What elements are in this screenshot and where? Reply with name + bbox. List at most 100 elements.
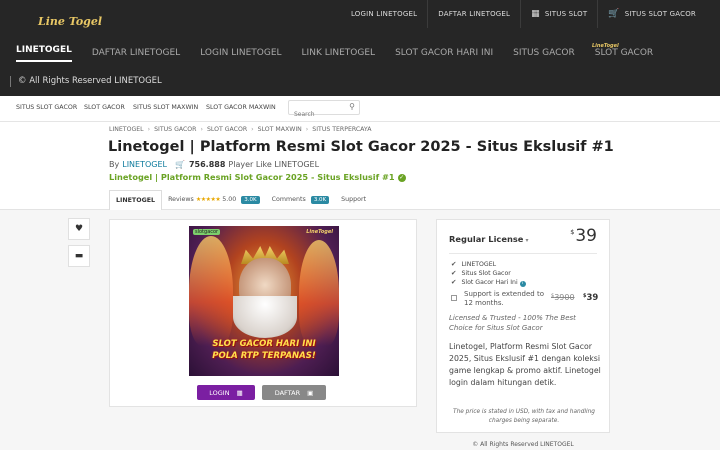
site-logo[interactable]: Line Togel <box>38 9 102 33</box>
new-price-value: 39 <box>586 293 599 303</box>
promo-line-1: SLOT GACOR HARI INI <box>212 339 316 349</box>
comments-count-badge: 3.0K <box>310 196 330 204</box>
login-button[interactable]: LOGIN ▦ <box>197 385 255 400</box>
license-feature: ✔ LINETOGEL <box>451 260 496 268</box>
chevron-right-icon: › <box>251 126 254 133</box>
search-box: ⚲ <box>288 100 360 121</box>
breadcrumb-item[interactable]: SLOT GACOR <box>207 126 247 133</box>
license-select[interactable]: Regular License ▾ <box>449 234 528 244</box>
nav-item-linetogel[interactable]: LINETOGEL <box>6 45 82 62</box>
tab-reviews[interactable]: Reviews ★★★★★ 5.00 3.0K <box>162 190 266 210</box>
top-link-situs-slot[interactable]: ▦ SITUS SLOT <box>520 0 597 28</box>
verified-check-icon: ✓ <box>397 173 406 182</box>
search-icon[interactable]: ⚲ <box>349 102 355 111</box>
grid-icon: ▦ <box>531 9 540 19</box>
tab-support[interactable]: Support <box>335 190 372 210</box>
top-link-situs-slot-label: SITUS SLOT <box>544 10 588 18</box>
daftar-button-label: DAFTAR <box>274 388 301 397</box>
old-price-value: 3900 <box>554 293 575 302</box>
preview-mini-logo-2: LineTogel <box>306 229 333 235</box>
image-icon: ▣ <box>307 388 314 397</box>
top-link-daftar-label: DAFTAR LINETOGEL <box>438 10 511 18</box>
licensed-note: Licensed & Trusted - 100% The Best Choic… <box>449 314 576 332</box>
product-header: LINETOGEL › SITUS GACOR › SLOT GACOR › SLOT… <box>0 122 720 210</box>
daftar-button[interactable]: DAFTAR ▣ <box>262 385 326 400</box>
subnav-item-slot-gacor[interactable]: SLOT GACOR <box>84 96 125 120</box>
byline: By LINETOGEL 🛒 756.888 Player Like LINET… <box>109 160 319 169</box>
divider <box>449 253 597 254</box>
character-beard <box>233 296 297 338</box>
tab-reviews-label: Reviews <box>168 196 194 203</box>
footer-copyright: © All Rights Reserved LINETOGEL <box>472 441 574 448</box>
breadcrumb-item[interactable]: LINETOGEL <box>109 126 144 133</box>
cart-icon: 🛒 <box>174 160 185 169</box>
cart-icon: 🛒 <box>608 9 620 19</box>
top-link-situs-slot-gacor-label: SITUS SLOT GACOR <box>624 10 696 18</box>
old-price: $3900 <box>551 293 575 302</box>
top-link-login[interactable]: LOGIN LINETOGEL <box>341 0 427 28</box>
item-preview: slotgacor LineTogel SLOT GACOR HARI INI … <box>109 219 417 407</box>
top-link-daftar[interactable]: DAFTAR LINETOGEL <box>427 0 520 28</box>
price-fine-print: The price is stated in USD, with tax and… <box>453 409 595 424</box>
license-box: Regular License ▾ $39 ✔ LINETOGEL ✔ Situs S… <box>436 219 610 433</box>
license-feature: ✔ Situs Slot Gacor <box>451 269 511 277</box>
nav-item-slot-gacor-hari-ini[interactable]: SLOT GACOR HARI INI <box>385 48 503 58</box>
check-icon: ✔ <box>451 269 457 277</box>
chevron-down-icon: ▾ <box>525 237 529 244</box>
sales-count: 756.888 <box>188 160 226 169</box>
copyright-bar: © All Rights Reserved LINETOGEL <box>10 76 162 87</box>
breadcrumb-item[interactable]: SITUS TERPERCAYA <box>312 126 371 133</box>
tab-comments-label: Comments <box>271 196 306 203</box>
sub-nav: SITUS SLOT GACOR SLOT GACOR SITUS SLOT M… <box>0 96 720 122</box>
preview-image[interactable]: slotgacor LineTogel SLOT GACOR HARI INI … <box>189 226 339 376</box>
sales-label: Player Like LINETOGEL <box>228 160 320 169</box>
nav-item-daftar[interactable]: DAFTAR LINETOGEL <box>82 48 190 58</box>
promo-line-2: POLA RTP TERPANAS! <box>212 351 316 361</box>
collection-button[interactable]: ▬ <box>68 245 90 267</box>
tab-item[interactable]: LINETOGEL <box>109 190 163 210</box>
nav-item-login[interactable]: LOGIN LINETOGEL <box>190 48 291 58</box>
login-button-label: LOGIN <box>209 388 230 397</box>
nav-item-situs-gacor[interactable]: SITUS GACOR <box>503 48 585 58</box>
favorite-button[interactable]: ♥ <box>68 218 90 240</box>
feature-label: Slot Gacor Hari Ini <box>461 279 518 286</box>
top-links: LOGIN LINETOGEL DAFTAR LINETOGEL ▦ SITUS … <box>341 0 706 28</box>
reviews-count-badge: 3.0K <box>241 196 260 204</box>
author-link[interactable]: LINETOGEL <box>122 160 167 169</box>
by-label: By <box>109 160 120 169</box>
breadcrumb-item[interactable]: SLOT MAXWIN <box>258 126 302 133</box>
license-price: $39 <box>570 226 597 246</box>
license-description: Linetogel, Platform Resmi Slot Gacor 202… <box>449 342 601 387</box>
currency-symbol: $ <box>570 228 575 236</box>
breadcrumb: LINETOGEL › SITUS GACOR › SLOT GACOR › SLOT… <box>109 126 375 133</box>
subnav-item-slot-gacor-maxwin[interactable]: SLOT GACOR MAXWIN <box>206 96 276 120</box>
support-checkbox[interactable] <box>451 295 457 301</box>
chevron-right-icon: › <box>200 126 203 133</box>
breadcrumb-item[interactable]: SITUS GACOR <box>154 126 196 133</box>
info-icon[interactable]: i <box>519 281 526 287</box>
subnav-item-situs-slot-maxwin[interactable]: SITUS SLOT MAXWIN <box>133 96 198 120</box>
check-icon: ✔ <box>451 260 457 268</box>
nav-item-link[interactable]: LINK LINETOGEL <box>292 48 386 58</box>
page-title: Linetogel | Platform Resmi Slot Gacor 20… <box>108 139 614 155</box>
license-feature: ✔ Slot Gacor Hari Ini i <box>451 278 526 287</box>
top-link-situs-slot-gacor[interactable]: 🛒 SITUS SLOT GACOR <box>597 0 706 28</box>
support-extension: Support is extended to 12 months. $3900 … <box>451 289 601 309</box>
preview-mini-logo: slotgacor <box>193 229 221 235</box>
subnav-item-situs-slot-gacor[interactable]: SITUS SLOT GACOR <box>16 96 77 120</box>
top-bar: Line Togel LOGIN LINETOGEL DAFTAR LINETO… <box>0 0 720 96</box>
tab-comments[interactable]: Comments 3.0K <box>266 190 336 210</box>
license-title: Regular License <box>449 234 524 244</box>
rating-value: 5.00 <box>222 196 237 203</box>
logo-text-left: Line <box>38 14 65 28</box>
new-price: $39 <box>583 293 598 303</box>
chevron-right-icon: › <box>147 126 151 133</box>
top-link-login-label: LOGIN LINETOGEL <box>350 10 418 18</box>
tagline: Linetogel | Platform Resmi Slot Gacor 20… <box>109 172 406 182</box>
flame-decoration <box>299 240 339 346</box>
table-icon: ▦ <box>236 388 243 397</box>
search-input[interactable] <box>289 108 345 121</box>
feature-label: Situs Slot Gacor <box>461 270 511 277</box>
license-price-value: 39 <box>575 226 597 246</box>
nav-logo[interactable]: LineTogel <box>592 40 620 52</box>
